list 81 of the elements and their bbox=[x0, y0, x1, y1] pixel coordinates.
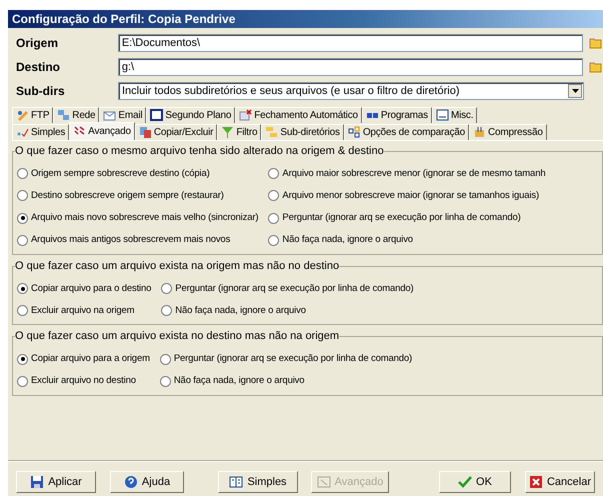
radio-button[interactable] bbox=[161, 283, 172, 294]
tab[interactable]: Programas bbox=[362, 106, 432, 122]
tab[interactable]: FTP bbox=[12, 106, 54, 122]
tab[interactable]: Sub-diretórios bbox=[261, 124, 344, 140]
radio-option[interactable]: Não faça nada, ignore o arquivo bbox=[160, 374, 602, 388]
field-label: Origem bbox=[16, 34, 60, 52]
button[interactable]: OK bbox=[439, 471, 511, 493]
caret-icon bbox=[572, 88, 578, 93]
tab[interactable]: Simples bbox=[12, 124, 70, 140]
window-close-icon bbox=[239, 109, 252, 121]
window-icon bbox=[150, 109, 164, 121]
radio-option[interactable]: Destino sobrescreve origem sempre (restaurar) bbox=[17, 188, 258, 203]
tab[interactable]: Segundo Plano bbox=[146, 106, 236, 122]
folder-icon bbox=[589, 36, 603, 49]
tab[interactable]: Email bbox=[99, 106, 146, 122]
compare-icon bbox=[348, 126, 361, 138]
funnel-icon bbox=[221, 126, 234, 138]
tab[interactable]: Filtro bbox=[217, 124, 262, 140]
radio-button[interactable] bbox=[17, 305, 28, 316]
tab[interactable]: Avançado bbox=[69, 122, 135, 140]
dropdown-button[interactable] bbox=[568, 84, 582, 98]
tab[interactable]: Misc. bbox=[432, 106, 478, 122]
group-title: O que fazer caso um arquivo exista na origem mas não no destino bbox=[15, 260, 340, 272]
group-title: O que fazer caso um arquivo exista no destino mas não na origem bbox=[15, 330, 340, 343]
tab[interactable]: Rede bbox=[53, 106, 100, 122]
radio-button[interactable] bbox=[160, 376, 171, 387]
field-label: Sub-dirs bbox=[16, 82, 66, 100]
radio-button[interactable] bbox=[160, 354, 171, 365]
radio-option[interactable]: Arquivo mais novo sobrescreve mais velho (sincronizar) bbox=[17, 211, 258, 226]
tab[interactable]: Compressão bbox=[469, 124, 547, 140]
field-label: Destino bbox=[16, 58, 62, 76]
radio-option[interactable]: Copiar arquivo para a origem bbox=[17, 352, 150, 366]
radio-option[interactable]: Arquivo menor sobrescreve maior (ignorar se tamanhos iguais) bbox=[268, 188, 602, 203]
close-icon bbox=[528, 475, 543, 489]
radio-button[interactable] bbox=[17, 212, 28, 224]
radio-option[interactable]: Arquivos mais antigos sobrescrevem mais novos bbox=[17, 233, 258, 248]
button[interactable]: Ajuda bbox=[110, 471, 184, 493]
copy-icon bbox=[138, 126, 152, 138]
tab[interactable]: Opções de comparação bbox=[344, 124, 469, 140]
folder-icon bbox=[589, 60, 603, 73]
radio-button[interactable] bbox=[161, 305, 172, 316]
radio-option[interactable]: Perguntar (ignorar arq se execução por linha de comando) bbox=[161, 282, 602, 296]
group-title: O que fazer caso o mesmo arquivo tenha sido alterado na origem & destino bbox=[15, 144, 384, 158]
radio-button[interactable] bbox=[17, 354, 28, 365]
radio-option[interactable]: Origem sempre sobrescreve destino (cópia) bbox=[17, 166, 258, 181]
radio-option[interactable]: Perguntar (ignorar arq se execução por linha de comando) bbox=[160, 352, 602, 366]
radio-button[interactable] bbox=[17, 283, 28, 294]
button[interactable]: Aplicar bbox=[16, 471, 96, 493]
radio-option[interactable]: Não faça nada, ignore o arquivo bbox=[161, 304, 602, 318]
window-title: Configuração do Perfil: Copia Pendrive bbox=[8, 10, 603, 28]
radio-option[interactable]: Perguntar (ignorar arq se execução por linha de comando) bbox=[268, 211, 602, 226]
radio-option[interactable]: Excluir arquivo no destino bbox=[17, 374, 150, 388]
save-icon bbox=[30, 475, 44, 489]
network-icon bbox=[57, 109, 70, 121]
radio-button[interactable] bbox=[268, 234, 280, 246]
button[interactable]: Cancelar bbox=[525, 471, 595, 493]
radio-button[interactable] bbox=[17, 234, 28, 246]
package-icon bbox=[473, 126, 486, 138]
button[interactable]: Simples bbox=[218, 471, 298, 493]
radio-button[interactable] bbox=[17, 190, 28, 202]
button: Avançado bbox=[311, 471, 389, 493]
check-icon bbox=[458, 475, 472, 489]
panel-icon bbox=[316, 475, 331, 489]
envelope-icon bbox=[103, 109, 116, 121]
dropdown-field[interactable]: Incluir todos subdiretórios e seus arquivos (e usar o filtro de diretório) bbox=[118, 82, 584, 100]
radio-option[interactable]: Excluir arquivo na origem bbox=[17, 304, 152, 318]
radio-button[interactable] bbox=[268, 168, 280, 180]
folders-icon bbox=[265, 126, 278, 138]
path-field[interactable]: g:\ bbox=[118, 58, 583, 76]
radio-button[interactable] bbox=[268, 190, 280, 202]
path-field[interactable]: E:\Documentos\ bbox=[118, 34, 583, 52]
radio-button[interactable] bbox=[17, 168, 28, 180]
radio-option[interactable]: Não faça nada, ignore o arquivo bbox=[268, 233, 602, 248]
radio-button[interactable] bbox=[268, 212, 280, 224]
radio-option[interactable]: Copiar arquivo para o destino bbox=[17, 282, 152, 296]
tab[interactable]: Copiar/Excluir bbox=[134, 124, 218, 140]
panel-icon bbox=[229, 475, 244, 489]
radio-option[interactable]: Arquivo maior sobrescreve menor (ignorar se de mesmo tamanh bbox=[268, 166, 602, 181]
help-icon bbox=[124, 475, 138, 489]
tab[interactable]: Fechamento Automático bbox=[235, 106, 362, 122]
radio-button[interactable] bbox=[17, 376, 28, 387]
